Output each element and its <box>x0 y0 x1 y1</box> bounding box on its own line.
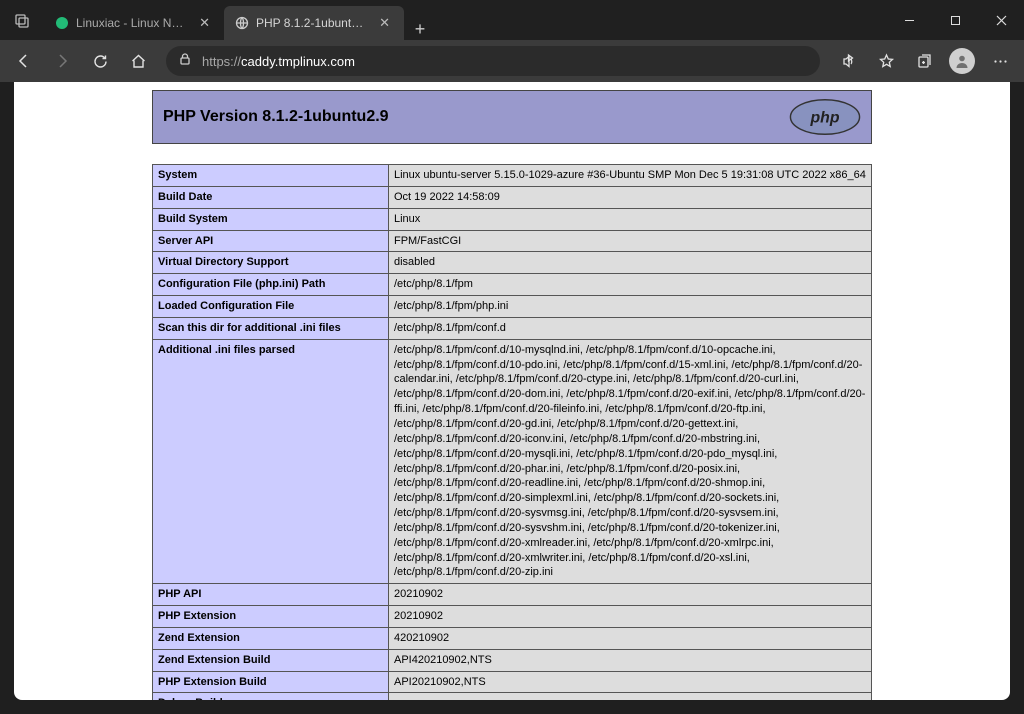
refresh-button[interactable] <box>82 45 118 77</box>
close-window-button[interactable] <box>978 0 1024 40</box>
svg-text:php: php <box>809 110 839 127</box>
favicon-icon <box>54 15 70 31</box>
tab-actions-icon[interactable] <box>0 12 44 28</box>
config-key: Build System <box>153 208 389 230</box>
address-bar[interactable]: https://caddy.tmplinux.com <box>166 46 820 76</box>
config-key: Server API <box>153 230 389 252</box>
config-key: Virtual Directory Support <box>153 252 389 274</box>
table-row: Scan this dir for additional .ini files/… <box>153 317 872 339</box>
favicon-icon <box>234 15 250 31</box>
close-icon[interactable]: ✕ <box>375 13 394 33</box>
table-row: Server APIFPM/FastCGI <box>153 230 872 252</box>
config-value: 20210902 <box>389 584 872 606</box>
page-title: PHP Version 8.1.2-1ubuntu2.9 <box>163 108 789 126</box>
config-key: Loaded Configuration File <box>153 296 389 318</box>
table-row: Debug Buildno <box>153 693 872 700</box>
config-key: PHP Extension <box>153 606 389 628</box>
config-key: PHP Extension Build <box>153 671 389 693</box>
config-value: FPM/FastCGI <box>389 230 872 252</box>
window-titlebar: Linuxiac - Linux News, ✕ PHP 8.1.2-1ubun… <box>0 0 1024 40</box>
config-value: 20210902 <box>389 606 872 628</box>
config-key: System <box>153 165 389 187</box>
table-row: PHP Extension BuildAPI20210902,NTS <box>153 671 872 693</box>
config-key: Scan this dir for additional .ini files <box>153 317 389 339</box>
table-row: Zend Extension BuildAPI420210902,NTS <box>153 649 872 671</box>
close-icon[interactable]: ✕ <box>195 13 214 33</box>
avatar-icon <box>949 48 975 74</box>
config-value: /etc/php/8.1/fpm/conf.d <box>389 317 872 339</box>
config-key: Zend Extension <box>153 627 389 649</box>
config-key: PHP API <box>153 584 389 606</box>
table-row: Build SystemLinux <box>153 208 872 230</box>
php-logo-icon: php <box>789 98 861 136</box>
config-key: Additional .ini files parsed <box>153 339 389 584</box>
maximize-button[interactable] <box>932 0 978 40</box>
minimize-button[interactable] <box>886 0 932 40</box>
profile-button[interactable] <box>944 45 980 77</box>
table-row: Zend Extension420210902 <box>153 627 872 649</box>
table-row: PHP API20210902 <box>153 584 872 606</box>
config-value: /etc/php/8.1/fpm/conf.d/10-mysqlnd.ini, … <box>389 339 872 584</box>
back-button[interactable] <box>6 45 42 77</box>
favorites-button[interactable] <box>868 45 904 77</box>
url-text: https://caddy.tmplinux.com <box>202 54 355 69</box>
phpinfo-header: PHP Version 8.1.2-1ubuntu2.9 php <box>152 90 872 144</box>
config-value: API420210902,NTS <box>389 649 872 671</box>
tab-strip: Linuxiac - Linux News, ✕ PHP 8.1.2-1ubun… <box>44 0 436 40</box>
config-key: Build Date <box>153 186 389 208</box>
tab-label: Linuxiac - Linux News, <box>76 16 189 30</box>
table-row: PHP Extension20210902 <box>153 606 872 628</box>
config-key: Zend Extension Build <box>153 649 389 671</box>
menu-button[interactable] <box>982 45 1018 77</box>
read-aloud-button[interactable] <box>830 45 866 77</box>
lock-icon <box>178 52 192 71</box>
home-button[interactable] <box>120 45 156 77</box>
forward-button[interactable] <box>44 45 80 77</box>
config-value: Linux ubuntu-server 5.15.0-1029-azure #3… <box>389 165 872 187</box>
table-row: Additional .ini files parsed/etc/php/8.1… <box>153 339 872 584</box>
tab-phpinfo[interactable]: PHP 8.1.2-1ubuntu2.9 ✕ <box>224 6 404 40</box>
config-value: disabled <box>389 252 872 274</box>
config-key: Configuration File (php.ini) Path <box>153 274 389 296</box>
phpinfo-table: SystemLinux ubuntu-server 5.15.0-1029-az… <box>152 164 872 700</box>
table-row: Loaded Configuration File/etc/php/8.1/fp… <box>153 296 872 318</box>
config-value: Linux <box>389 208 872 230</box>
table-row: SystemLinux ubuntu-server 5.15.0-1029-az… <box>153 165 872 187</box>
config-value: no <box>389 693 872 700</box>
config-value: 420210902 <box>389 627 872 649</box>
table-row: Configuration File (php.ini) Path/etc/ph… <box>153 274 872 296</box>
config-value: /etc/php/8.1/fpm/php.ini <box>389 296 872 318</box>
config-value: /etc/php/8.1/fpm <box>389 274 872 296</box>
tab-label: PHP 8.1.2-1ubuntu2.9 <box>256 16 369 30</box>
collections-button[interactable] <box>906 45 942 77</box>
tab-linuxiac[interactable]: Linuxiac - Linux News, ✕ <box>44 6 224 40</box>
config-key: Debug Build <box>153 693 389 700</box>
config-value: Oct 19 2022 14:58:09 <box>389 186 872 208</box>
phpinfo-container: PHP Version 8.1.2-1ubuntu2.9 php SystemL… <box>152 90 872 700</box>
table-row: Build DateOct 19 2022 14:58:09 <box>153 186 872 208</box>
browser-toolbar: https://caddy.tmplinux.com <box>0 40 1024 82</box>
config-value: API20210902,NTS <box>389 671 872 693</box>
table-row: Virtual Directory Supportdisabled <box>153 252 872 274</box>
page-viewport[interactable]: PHP Version 8.1.2-1ubuntu2.9 php SystemL… <box>14 82 1010 700</box>
new-tab-button[interactable]: + <box>404 19 436 40</box>
